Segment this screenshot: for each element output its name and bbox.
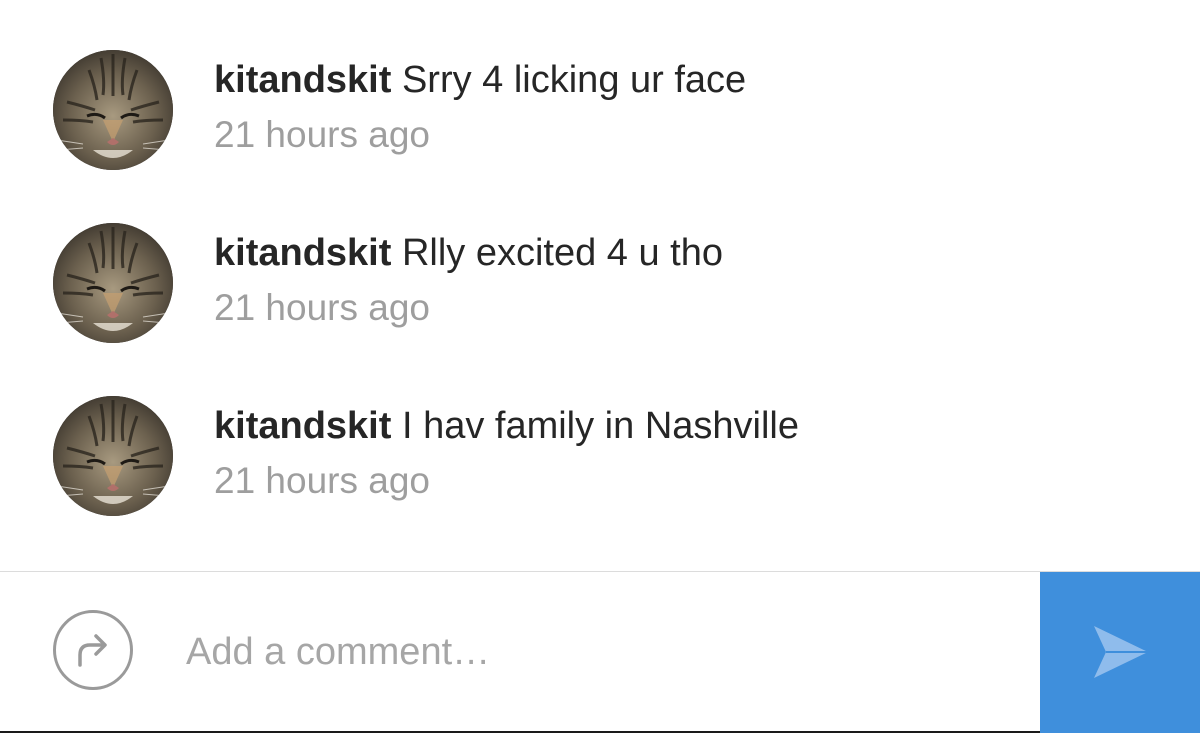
comment-text: kitandskit Srry 4 licking ur face xyxy=(214,57,746,103)
comment-item[interactable]: kitandskit Rlly excited 4 u tho 21 hours… xyxy=(0,197,1200,371)
comment-item[interactable]: kitandskit Srry 4 licking ur face 21 hou… xyxy=(0,24,1200,198)
comment-text: kitandskit I hav family in Nashville xyxy=(214,403,799,449)
comment-body: Srry 4 licking ur face xyxy=(401,59,747,101)
avatar[interactable] xyxy=(53,396,173,516)
avatar[interactable] xyxy=(53,50,173,170)
cat-avatar-image xyxy=(53,223,173,343)
share-arrow-icon xyxy=(78,634,107,667)
comment-body: I hav family in Nashville xyxy=(401,405,799,447)
comment-list: kitandskit Srry 4 licking ur face 21 hou… xyxy=(0,0,1200,571)
comment-item[interactable]: kitandskit I hav family in Nashville 21 … xyxy=(0,370,1200,544)
comments-screen: kitandskit Srry 4 licking ur face 21 hou… xyxy=(0,0,1200,733)
cat-avatar-image xyxy=(53,50,173,170)
comment-body: Rlly excited 4 u tho xyxy=(401,232,724,274)
share-button[interactable] xyxy=(53,610,133,690)
comment-timestamp: 21 hours ago xyxy=(214,287,431,328)
comment-username[interactable]: kitandskit xyxy=(214,405,391,447)
comment-timestamp: 21 hours ago xyxy=(214,460,431,501)
comment-timestamp: 21 hours ago xyxy=(214,114,431,155)
avatar[interactable] xyxy=(53,223,173,343)
cat-avatar-image xyxy=(53,396,173,516)
send-paper-plane-icon xyxy=(1094,626,1148,678)
comment-composer xyxy=(0,571,1200,733)
comment-username[interactable]: kitandskit xyxy=(214,232,391,274)
comment-text: kitandskit Rlly excited 4 u tho xyxy=(214,230,723,276)
comment-input[interactable] xyxy=(186,620,1006,684)
comment-username[interactable]: kitandskit xyxy=(214,59,391,101)
send-button[interactable] xyxy=(1040,572,1200,733)
